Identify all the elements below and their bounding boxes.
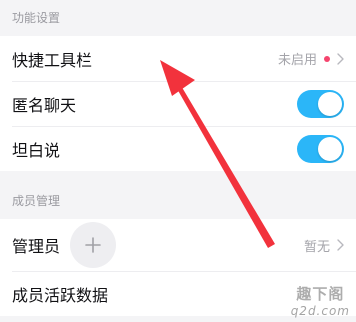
anonymous-chat-label: 匿名聊天 [12, 95, 77, 115]
members-group: 管理员 暂无 成员活跃数据 [0, 219, 356, 316]
admin-status: 暂无 [303, 239, 330, 255]
section-header-members: 成员管理 [0, 183, 356, 219]
quick-toolbar-row[interactable]: 快捷工具栏 未启用 [0, 36, 356, 81]
active-data-label: 成员活跃数据 [12, 285, 109, 305]
active-data-row[interactable]: 成员活跃数据 [0, 271, 356, 316]
plus-icon [85, 237, 101, 253]
chevron-right-icon [337, 239, 344, 251]
confession-label: 坦白说 [12, 140, 61, 160]
anonymous-chat-toggle[interactable] [297, 89, 344, 118]
red-dot-icon [324, 55, 330, 62]
toggle-knob [318, 91, 342, 116]
add-admin-button[interactable] [70, 222, 117, 268]
quick-toolbar-right: 未启用 [278, 49, 344, 68]
toggle-knob [318, 136, 342, 161]
confession-toggle[interactable] [297, 134, 344, 163]
features-group: 快捷工具栏 未启用 匿名聊天 坦白说 [0, 36, 356, 171]
section-header-features: 功能设置 [0, 0, 356, 36]
anonymous-chat-row: 匿名聊天 [0, 81, 356, 126]
quick-toolbar-status: 未启用 [277, 53, 317, 68]
admin-label: 管理员 [12, 237, 61, 256]
admin-row[interactable]: 管理员 暂无 [0, 219, 356, 271]
admin-right: 暂无 [304, 236, 344, 255]
quick-toolbar-label: 快捷工具栏 [12, 50, 93, 70]
chevron-right-icon [337, 52, 344, 65]
confession-row: 坦白说 [0, 126, 356, 171]
